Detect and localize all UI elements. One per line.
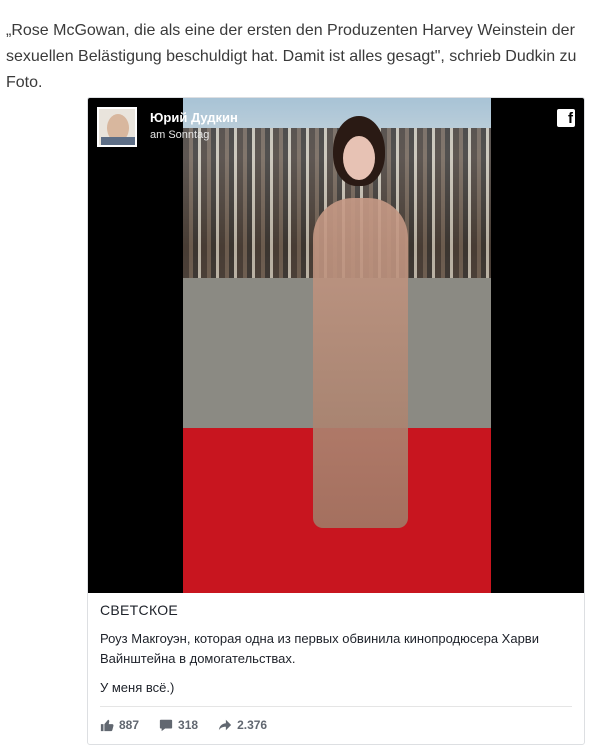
comments-count: 318 — [178, 718, 199, 732]
thumbs-up-icon — [100, 719, 114, 732]
post-stats: 887 318 2.376 — [100, 718, 267, 732]
photo-figure — [313, 198, 408, 528]
comment-icon — [159, 719, 173, 732]
post-caption: СВЕТСКОЕ Роуз Макгоуэн, которая одна из … — [100, 602, 570, 695]
post-photo[interactable] — [183, 98, 491, 593]
likes-count: 887 — [119, 718, 140, 732]
facebook-embedded-post[interactable]: Юрий Дудкин am Sonntag f СВЕТСКОЕ Роуз М… — [87, 97, 585, 745]
comments-stat[interactable]: 318 — [159, 718, 198, 732]
author-name[interactable]: Юрий Дудкин — [150, 110, 238, 125]
divider — [100, 706, 572, 707]
author-avatar[interactable] — [97, 107, 137, 147]
post-description: Роуз Макгоуэн, которая одна из первых об… — [100, 631, 539, 666]
post-note: У меня всё.) — [100, 680, 175, 695]
article-paragraph: „Rose McGowan, die als eine der ersten d… — [6, 22, 577, 91]
post-category: СВЕТСКОЕ — [100, 602, 179, 618]
likes-stat[interactable]: 887 — [100, 718, 139, 732]
avatar-shirt — [101, 137, 135, 145]
facebook-icon[interactable]: f — [557, 109, 575, 127]
share-arrow-icon — [218, 719, 232, 731]
photo-figure-face — [343, 136, 375, 180]
post-timestamp[interactable]: am Sonntag — [150, 129, 209, 141]
shares-stat[interactable]: 2.376 — [218, 718, 267, 732]
shares-count: 2.376 — [237, 718, 268, 732]
post-media[interactable]: Юрий Дудкин am Sonntag f — [88, 98, 584, 593]
